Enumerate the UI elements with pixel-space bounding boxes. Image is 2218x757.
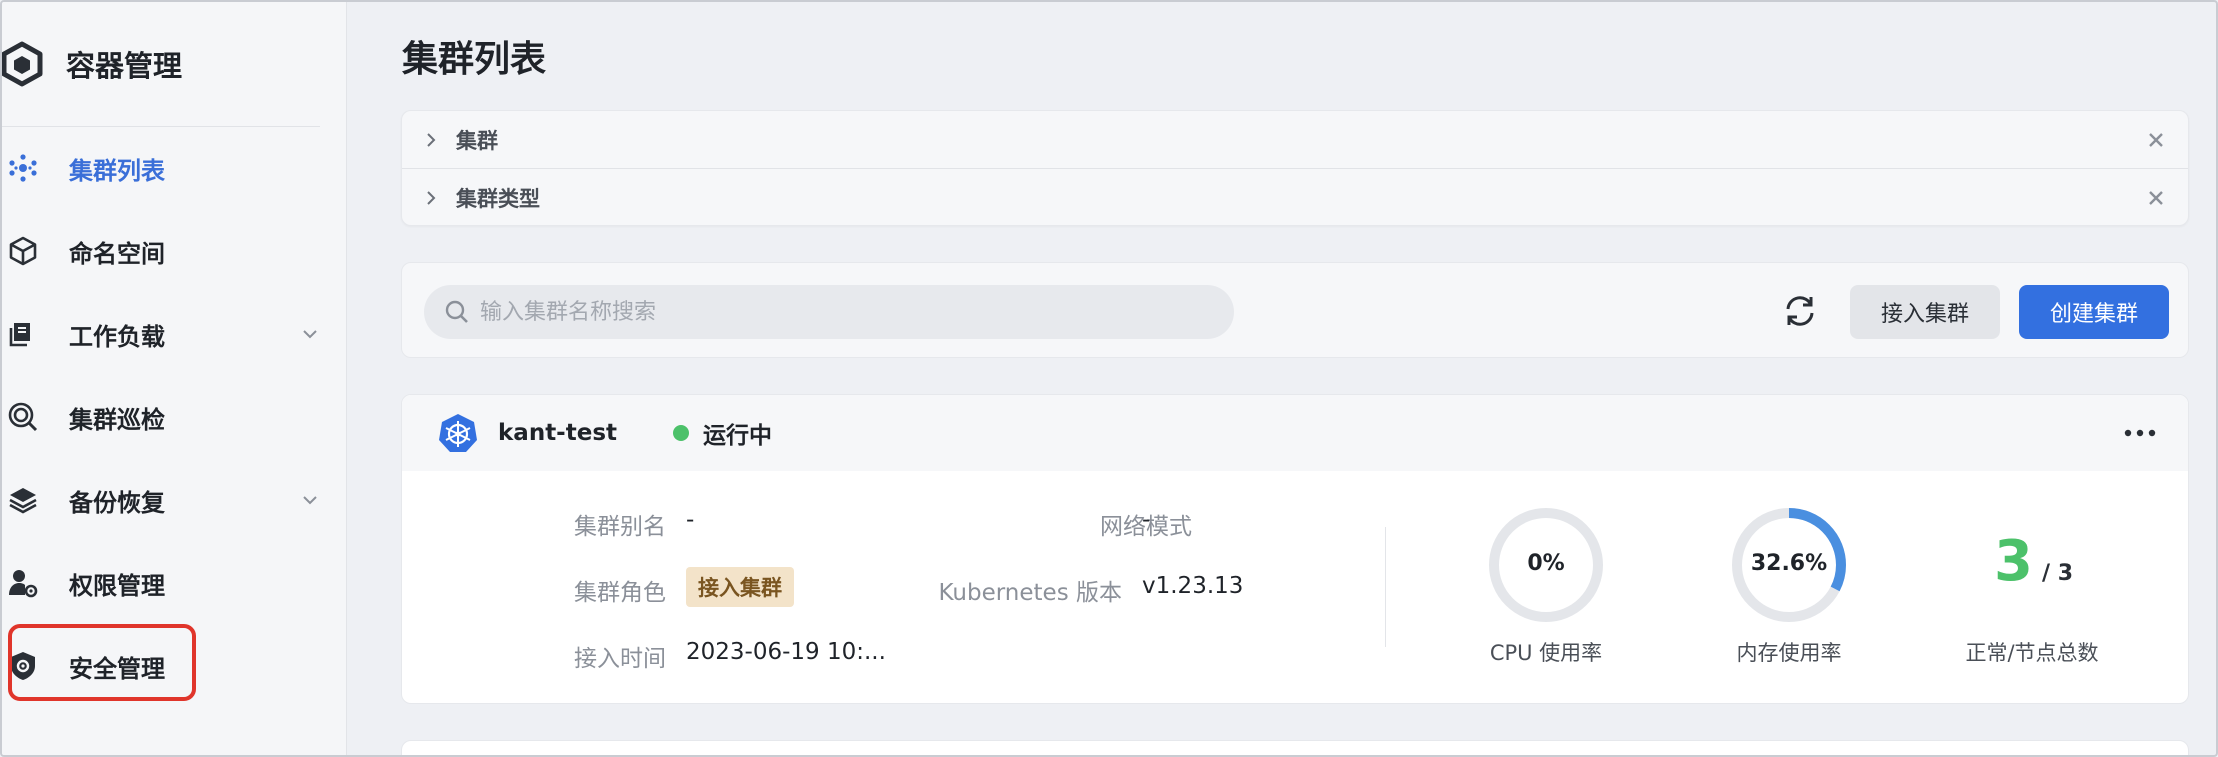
chevron-right-icon[interactable] (422, 131, 440, 149)
k8s-version-value: v1.23.13 (1142, 573, 1244, 599)
chevron-down-icon[interactable] (300, 490, 320, 510)
cluster-card-header: kant-test 运行中 (402, 395, 2188, 471)
brand: 容器管理 (2, 32, 322, 96)
highlight-annotation (8, 624, 196, 701)
filter-label: 集群 (456, 128, 498, 153)
brand-divider (2, 126, 320, 127)
more-options-icon[interactable] (2122, 421, 2158, 445)
cpu-usage-value: 0% (1527, 551, 1565, 576)
search-input[interactable] (480, 299, 1180, 325)
kubernetes-icon (439, 414, 477, 452)
page-title: 集群列表 (402, 39, 547, 80)
workload-icon (5, 316, 41, 352)
sidebar-item-namespace[interactable]: 命名空间 (2, 219, 332, 283)
sidebar-item-backup[interactable]: 备份恢复 (2, 468, 332, 532)
alias-label: 集群别名 (574, 514, 666, 540)
sidebar-item-workload[interactable]: 工作负载 (2, 302, 332, 366)
sidebar-item-label: 权限管理 (69, 571, 165, 600)
backup-icon (5, 482, 41, 518)
app-title: 容器管理 (66, 49, 183, 83)
nodes-healthy-count: 3 (1994, 529, 2033, 594)
sidebar-item-label: 备份恢复 (69, 488, 165, 517)
memory-usage-value: 32.6% (1750, 551, 1828, 576)
sidebar-item-label: 命名空间 (69, 239, 165, 268)
close-icon[interactable] (2146, 188, 2166, 208)
cluster-list-icon (5, 150, 41, 186)
time-label: 接入时间 (574, 646, 666, 672)
sidebar-item-permission[interactable]: 权限管理 (2, 551, 332, 615)
divider (1385, 527, 1386, 647)
status-dot (673, 425, 690, 441)
cluster-status: 运行中 (703, 423, 773, 449)
filter-row-cluster[interactable]: 集群 (402, 111, 2188, 169)
connect-cluster-button[interactable]: 接入集群 (1850, 285, 2000, 339)
filter-panel: 集群 集群类型 (401, 110, 2189, 226)
toolbar: 接入集群 创建集群 (401, 262, 2189, 358)
chevron-down-icon[interactable] (300, 324, 320, 344)
sidebar-item-label: 集群巡检 (69, 405, 165, 434)
memory-usage-label: 内存使用率 (1736, 641, 1842, 665)
role-label: 集群角色 (574, 580, 666, 606)
cluster-name[interactable]: kant-test (498, 420, 617, 446)
inspection-icon (5, 399, 41, 435)
cpu-usage-label: CPU 使用率 (1489, 641, 1603, 665)
role-tag: 接入集群 (686, 567, 794, 607)
close-icon[interactable] (2146, 130, 2166, 150)
sidebar-item-cluster-list[interactable]: 集群列表 (2, 136, 332, 200)
container-logo-icon (2, 41, 43, 87)
sidebar-item-label: 集群列表 (69, 156, 165, 185)
k8s-version-label: Kubernetes 版本 (938, 580, 1122, 606)
permission-icon (5, 565, 41, 601)
create-cluster-button[interactable]: 创建集群 (2019, 285, 2169, 339)
time-value: 2023-06-19 10:... (686, 639, 886, 665)
refresh-icon[interactable] (1780, 291, 1820, 331)
search-box[interactable] (424, 285, 1234, 339)
filter-row-cluster-type[interactable]: 集群类型 (402, 169, 2188, 227)
cluster-card: kant-test 运行中 集群别名 - 集群角色 接入集群 接入时间 2023… (401, 394, 2189, 704)
app-window: 容器管理 集群列表 命名空间 工作负载 集群巡检 备份恢复 权限管理 安全管理 … (0, 0, 2218, 757)
sidebar-item-inspection[interactable]: 集群巡检 (2, 385, 332, 449)
next-cluster-card (401, 740, 2189, 755)
network-value: - (1142, 507, 1151, 533)
chevron-right-icon[interactable] (422, 189, 440, 207)
namespace-icon (5, 233, 41, 269)
filter-label: 集群类型 (456, 187, 540, 211)
network-label: 网络模式 (1100, 514, 1192, 540)
alias-value: - (686, 507, 695, 533)
search-icon (445, 300, 468, 323)
sidebar-item-label: 工作负载 (69, 322, 165, 351)
nodes-total-count: / 3 (2042, 561, 2074, 586)
sidebar: 容器管理 集群列表 命名空间 工作负载 集群巡检 备份恢复 权限管理 安全管理 (2, 2, 347, 755)
nodes-label: 正常/节点总数 (1965, 641, 2099, 665)
